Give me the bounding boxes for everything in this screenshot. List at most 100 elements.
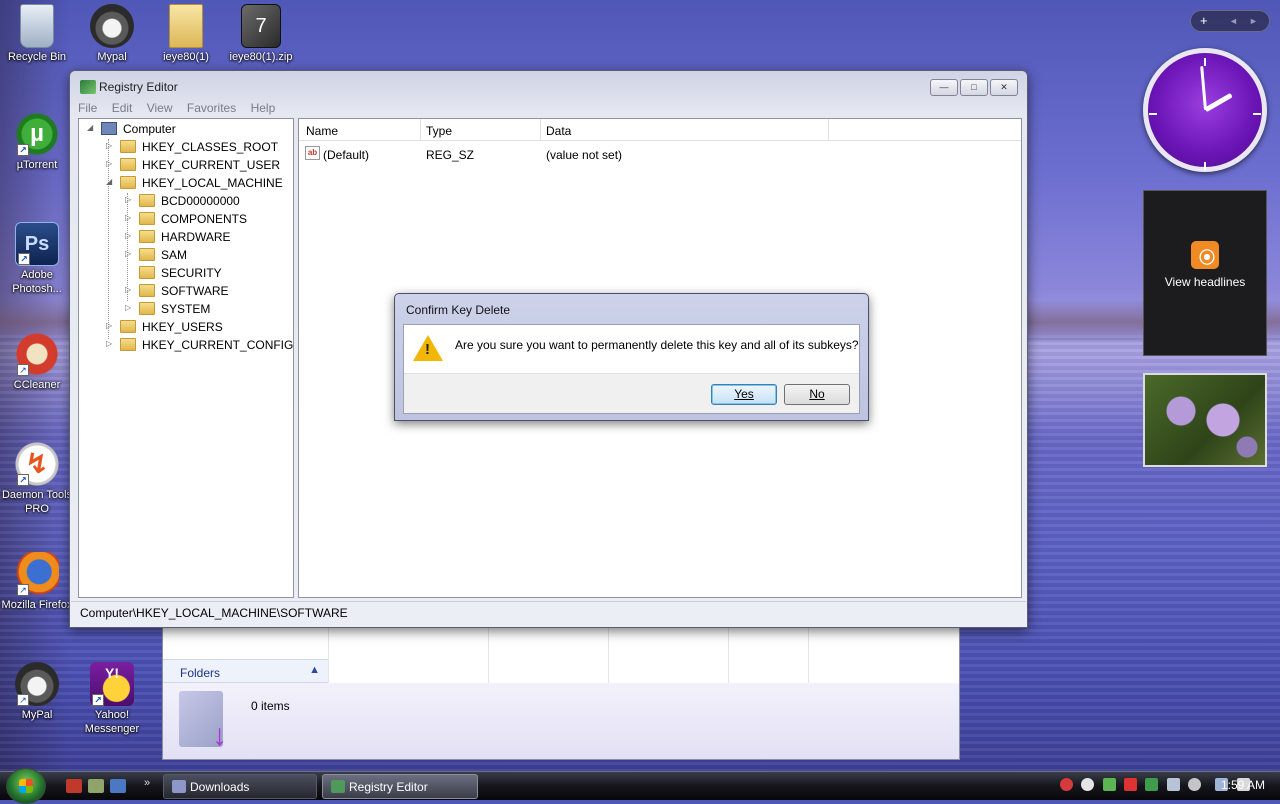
- add-gadget-button[interactable]: +: [1200, 13, 1208, 28]
- maximize-button[interactable]: □: [960, 79, 988, 96]
- desktop-icon-mypal-shortcut[interactable]: ↗ MyPal: [0, 662, 74, 722]
- column-separator[interactable]: [540, 119, 541, 141]
- no-button[interactable]: No: [784, 384, 850, 405]
- tray-security-icon[interactable]: [1060, 778, 1073, 791]
- desktop-icon-label: Mypal: [97, 51, 127, 63]
- desktop-icon-recycle-bin[interactable]: Recycle Bin: [0, 4, 74, 64]
- tree-guide-line: [108, 139, 109, 339]
- quicklaunch-app-icon[interactable]: [88, 779, 104, 793]
- column-header-name[interactable]: Name: [306, 124, 338, 138]
- menu-favorites[interactable]: Favorites: [187, 101, 236, 115]
- minimize-button[interactable]: —: [930, 79, 958, 96]
- column-header-data[interactable]: Data: [546, 124, 571, 138]
- shortcut-arrow-icon: ↗: [17, 144, 29, 156]
- desktop-icon-photoshop[interactable]: Ps ↗ Adobe Photosh...: [0, 222, 74, 296]
- registry-tree[interactable]: ◢ Computer ▷ HKEY_CLASSES_ROOT ▷ HKEY_CU…: [78, 118, 294, 598]
- menu-view[interactable]: View: [147, 101, 173, 115]
- dialog-button-bar: Yes No: [404, 373, 859, 413]
- tree-node-label: SYSTEM: [161, 302, 211, 316]
- confirm-key-delete-dialog[interactable]: Confirm Key Delete ! Are you sure you wa…: [394, 293, 869, 421]
- show-desktop-icon[interactable]: [110, 779, 126, 793]
- clock-tick: [1204, 58, 1206, 66]
- tray-check-icon[interactable]: [1145, 778, 1159, 791]
- taskbar-clock[interactable]: 1:59 AM: [1221, 778, 1265, 792]
- menu-help[interactable]: Help: [251, 101, 276, 115]
- taskbar-button-downloads[interactable]: Downloads: [163, 774, 317, 799]
- yes-button[interactable]: Yes: [711, 384, 777, 405]
- tree-node-label: BCD00000000: [161, 194, 240, 208]
- folder-icon: [120, 338, 136, 351]
- quicklaunch-overflow-icon[interactable]: »: [144, 777, 150, 789]
- desktop-icon-yahoo-messenger[interactable]: Y! ↗ Yahoo! Messenger: [75, 662, 149, 736]
- clock-minute-hand: [1200, 66, 1207, 111]
- clock-gadget[interactable]: [1143, 48, 1267, 172]
- quicklaunch-opera-icon[interactable]: [66, 779, 82, 793]
- taskbar: » Downloads Registry Editor 1:59 AM: [0, 768, 1280, 804]
- title-bar[interactable]: Registry Editor — □ ✕: [70, 71, 1027, 101]
- expand-arrow-icon[interactable]: ▷: [125, 249, 135, 258]
- mypal-icon: ↗: [15, 662, 59, 706]
- clock-tick: [1253, 113, 1261, 115]
- tray-utorrent-icon[interactable]: [1102, 778, 1116, 791]
- tray-messenger-icon[interactable]: [1081, 778, 1095, 791]
- taskbar-button-label: Registry Editor: [349, 780, 428, 794]
- expand-arrow-icon[interactable]: ▷: [125, 213, 135, 222]
- expand-arrow-icon[interactable]: ▷: [125, 195, 135, 204]
- folder-icon: [139, 212, 155, 225]
- column-separator[interactable]: [828, 119, 829, 141]
- tray-device-icon[interactable]: [1166, 778, 1180, 791]
- collapse-arrow-icon[interactable]: ◢: [87, 123, 97, 132]
- menu-edit[interactable]: Edit: [112, 101, 133, 115]
- expand-arrow-icon[interactable]: ▷: [106, 159, 116, 168]
- desktop-icon-utorrent[interactable]: µ ↗ µTorrent: [0, 112, 74, 172]
- expand-arrow-icon[interactable]: ▷: [106, 339, 116, 348]
- slideshow-gadget[interactable]: [1143, 373, 1267, 467]
- collapse-arrow-icon[interactable]: ◢: [106, 177, 116, 186]
- folder-icon: [139, 230, 155, 243]
- shortcut-arrow-icon: ↗: [17, 694, 29, 706]
- yahoo-messenger-icon: Y! ↗: [90, 662, 134, 706]
- folder-icon: [169, 4, 203, 48]
- desktop-icon-label: Adobe Photosh...: [12, 269, 62, 295]
- desktop-icon-mypal[interactable]: Mypal: [75, 4, 149, 64]
- folder-icon: [120, 158, 136, 171]
- recycle-bin-icon: [20, 4, 54, 48]
- desktop-icon-ieye80-zip[interactable]: 7 ieye80(1).zip: [224, 4, 298, 64]
- start-button[interactable]: [6, 768, 46, 804]
- desktop-icon-daemon-tools[interactable]: ↯ ↗ Daemon Tools PRO: [0, 442, 74, 516]
- desktop-icon-label: ieye80(1): [163, 51, 209, 63]
- prev-gadgets-button[interactable]: ◄: [1229, 16, 1238, 26]
- dialog-message: Are you sure you want to permanently del…: [455, 338, 859, 352]
- sidebar-controls: + ◄ ►: [1190, 10, 1270, 32]
- expand-arrow-icon[interactable]: ▷: [106, 321, 116, 330]
- folder-icon: [120, 140, 136, 153]
- expand-arrow-icon[interactable]: ▷: [125, 285, 135, 294]
- news-headlines-gadget[interactable]: ⦿ View headlines: [1143, 190, 1267, 356]
- ccleaner-icon: ↗: [15, 332, 59, 376]
- taskbar-button-registry-editor[interactable]: Registry Editor: [322, 774, 478, 799]
- no-button-label: No: [809, 387, 825, 401]
- desktop-icon-label: CCleaner: [13, 379, 61, 391]
- expand-arrow-icon[interactable]: ▷: [106, 141, 116, 150]
- expand-arrow-icon[interactable]: ▷: [125, 303, 135, 312]
- close-button[interactable]: ✕: [990, 79, 1018, 96]
- mypal-icon: [90, 4, 134, 48]
- list-header: Name Type Data: [299, 119, 1021, 141]
- downloads-folder-icon: [179, 691, 227, 753]
- tray-close-icon[interactable]: [1124, 778, 1138, 791]
- tray-chat-icon[interactable]: [1188, 778, 1202, 791]
- column-separator[interactable]: [420, 119, 421, 141]
- rss-feed-icon: ⦿: [1191, 241, 1219, 269]
- menu-file[interactable]: File: [78, 101, 97, 115]
- desktop-icon-firefox[interactable]: ↗ Mozilla Firefox: [0, 552, 74, 612]
- desktop-icon-label: Recycle Bin: [7, 51, 67, 63]
- expand-arrow-icon[interactable]: ▷: [125, 231, 135, 240]
- next-gadgets-button[interactable]: ►: [1249, 16, 1258, 26]
- downloads-window[interactable]: Folders ▲ 0 items: [162, 626, 960, 760]
- desktop-icon-ccleaner[interactable]: ↗ CCleaner: [0, 332, 74, 392]
- column-header-type[interactable]: Type: [426, 124, 452, 138]
- desktop-icon-ieye80-folder[interactable]: ieye80(1): [149, 4, 223, 64]
- folders-pane-toggle[interactable]: Folders ▲: [163, 659, 328, 683]
- tree-node-label: COMPONENTS: [161, 212, 248, 226]
- downloads-folder-icon: [172, 780, 186, 793]
